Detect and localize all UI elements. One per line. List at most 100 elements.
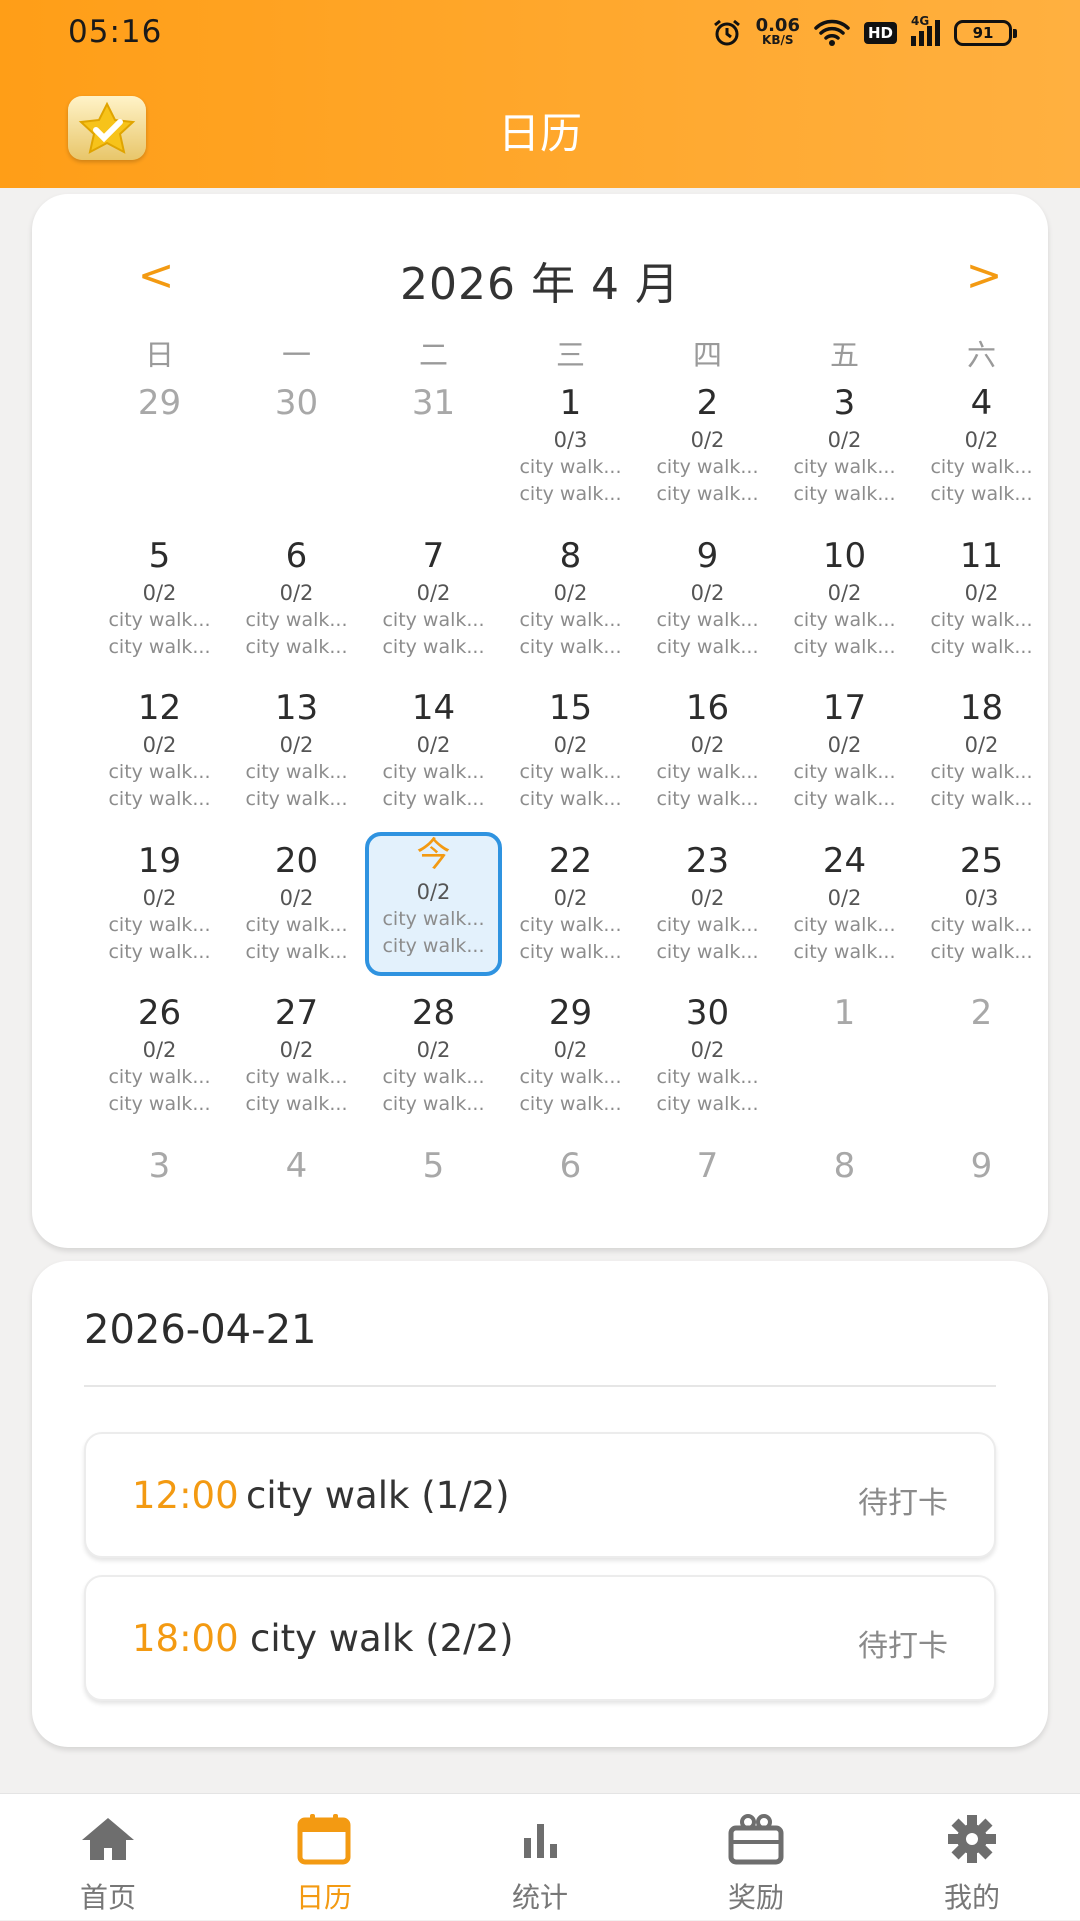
tab-home[interactable]: 首页 xyxy=(0,1794,216,1921)
day-progress: 0/2 xyxy=(142,580,177,605)
day-event: city walk... xyxy=(108,1066,211,1088)
calendar-day[interactable]: 26 0/2 city walk... city walk... xyxy=(91,990,228,1140)
task-item[interactable]: 12:00 city walk (1/2) 待打卡 xyxy=(84,1432,996,1558)
day-number: 26 xyxy=(137,993,182,1033)
calendar-day[interactable]: 11 0/2 city walk... city walk... xyxy=(913,533,1050,683)
day-event: city walk... xyxy=(793,761,896,783)
day-progress: 0/2 xyxy=(827,885,862,910)
tab-mine[interactable]: 我的 xyxy=(864,1794,1080,1921)
calendar-day[interactable]: 9 0/2 city walk... city walk... xyxy=(639,533,776,683)
calendar-day[interactable]: 30 0/2 city walk... city walk... xyxy=(639,990,776,1140)
calendar-day[interactable]: 2 xyxy=(913,990,1050,1140)
calendar-day[interactable]: 28 0/2 city walk... city walk... xyxy=(365,990,502,1140)
day-event: city walk... xyxy=(519,1066,622,1088)
tab-calendar[interactable]: 日历 xyxy=(216,1794,432,1921)
day-number: 1 xyxy=(833,993,856,1033)
calendar-day[interactable]: 24 0/2 city walk... city walk... xyxy=(776,838,913,988)
day-progress: 0/2 xyxy=(690,580,725,605)
day-event: city walk... xyxy=(930,761,1033,783)
calendar-day[interactable]: 4 0/2 city walk... city walk... xyxy=(913,380,1050,530)
day-event: city walk... xyxy=(656,940,759,963)
day-number: 13 xyxy=(274,688,319,728)
day-event: city walk... xyxy=(656,1093,759,1115)
tab-rewards[interactable]: 奖励 xyxy=(648,1794,864,1921)
day-event: city walk... xyxy=(930,456,1033,478)
tab-statistics[interactable]: 统计 xyxy=(432,1794,648,1921)
calendar-day[interactable]: 15 0/2 city walk... city walk... xyxy=(502,685,639,835)
day-number: 24 xyxy=(822,840,867,881)
day-number: 9 xyxy=(696,535,719,576)
calendar-day[interactable]: 27 0/2 city walk... city walk... xyxy=(228,990,365,1140)
calendar-day[interactable]: 12 0/2 city walk... city walk... xyxy=(91,685,228,835)
day-number: 2 xyxy=(696,383,719,423)
calendar-day[interactable]: 1 0/3 city walk... city walk... xyxy=(502,380,639,530)
day-event: city walk... xyxy=(930,608,1033,631)
day-number: 20 xyxy=(274,840,319,881)
day-event: city walk... xyxy=(656,788,759,810)
calendar-day[interactable]: 16 0/2 city walk... city walk... xyxy=(639,685,776,835)
calendar-day-today[interactable]: 今 0/2 city walk... city walk... xyxy=(365,831,502,976)
task-item[interactable]: 18:00 city walk (2/2) 待打卡 xyxy=(84,1575,996,1701)
day-progress: 0/2 xyxy=(416,879,451,904)
weekday-label: 六 xyxy=(966,338,996,372)
day-number: 3 xyxy=(148,1145,171,1186)
status-icons: 0.06 KB/S HD 4G 91 xyxy=(712,14,1017,48)
calendar-day[interactable]: 25 0/3 city walk... city walk... xyxy=(913,838,1050,988)
calendar-day[interactable]: 13 0/2 city walk... city walk... xyxy=(228,685,365,835)
calendar-day[interactable]: 23 0/2 city walk... city walk... xyxy=(639,838,776,988)
day-event: city walk... xyxy=(519,788,622,810)
day-detail-card: 2026-04-21 12:00 city walk (1/2) 待打卡 18:… xyxy=(32,1261,1048,1747)
calendar-day[interactable]: 22 0/2 city walk... city walk... xyxy=(502,838,639,988)
calendar-day[interactable]: 19 0/2 city walk... city walk... xyxy=(91,838,228,988)
day-number: 16 xyxy=(685,688,730,728)
calendar-day[interactable]: 29 0/2 city walk... city walk... xyxy=(502,990,639,1140)
day-progress: 0/2 xyxy=(827,428,862,452)
calendar-day[interactable]: 7 0/2 city walk... city walk... xyxy=(365,533,502,683)
day-event: city walk... xyxy=(519,1093,622,1115)
calendar-day[interactable]: 17 0/2 city walk... city walk... xyxy=(776,685,913,835)
calendar-day[interactable]: 18 0/2 city walk... city walk... xyxy=(913,685,1050,835)
calendar-icon xyxy=(297,1814,351,1865)
task-name: city walk (1/2) xyxy=(246,1474,510,1517)
day-event: city walk... xyxy=(519,761,622,783)
day-event: city walk... xyxy=(519,608,622,631)
day-progress: 0/2 xyxy=(279,1038,314,1062)
day-event: city walk... xyxy=(382,1066,485,1088)
day-number: 23 xyxy=(685,840,730,881)
home-icon xyxy=(82,1818,134,1860)
network-type: 4G xyxy=(911,14,930,28)
wifi-icon xyxy=(814,19,850,46)
day-event: city walk... xyxy=(656,761,759,783)
day-number: 11 xyxy=(959,535,1004,576)
day-event: city walk... xyxy=(519,483,622,505)
tab-label: 统计 xyxy=(511,1881,568,1914)
calendar-day[interactable]: 20 0/2 city walk... city walk... xyxy=(228,838,365,988)
calendar-day[interactable]: 8 0/2 city walk... city walk... xyxy=(502,533,639,683)
status-bar: 05:16 0.06 KB/S HD 4G 91 xyxy=(68,14,1017,54)
day-number: 今 xyxy=(416,834,451,875)
day-event: city walk... xyxy=(382,761,485,783)
day-event: city walk... xyxy=(245,1066,348,1088)
calendar-day[interactable]: 6 0/2 city walk... city walk... xyxy=(228,533,365,683)
calendar-day[interactable]: 2 0/2 city walk... city walk... xyxy=(639,380,776,530)
calendar-day[interactable]: 30 xyxy=(228,380,365,530)
calendar-day[interactable]: 29 xyxy=(91,380,228,530)
calendar-day[interactable]: 31 xyxy=(365,380,502,530)
calendar-day[interactable]: 14 0/2 city walk... city walk... xyxy=(365,685,502,835)
weekday-label: 一 xyxy=(281,338,311,372)
battery-icon: 91 xyxy=(954,20,1017,46)
calendar-day[interactable]: 3 0/2 city walk... city walk... xyxy=(776,380,913,530)
day-event: city walk... xyxy=(519,940,622,963)
next-month-button[interactable]: > xyxy=(954,246,1014,306)
day-number: 27 xyxy=(274,993,319,1033)
calendar-day[interactable]: 10 0/2 city walk... city walk... xyxy=(776,533,913,683)
day-event: city walk... xyxy=(793,635,896,658)
calendar-day[interactable]: 5 0/2 city walk... city walk... xyxy=(91,533,228,683)
signal-icon: 4G xyxy=(911,14,940,46)
day-number: 25 xyxy=(959,840,1004,881)
day-progress: 0/2 xyxy=(964,428,999,452)
calendar-day[interactable]: 1 xyxy=(776,990,913,1140)
day-number: 4 xyxy=(970,383,993,423)
day-progress: 0/3 xyxy=(553,428,588,452)
day-event: city walk... xyxy=(382,934,485,957)
